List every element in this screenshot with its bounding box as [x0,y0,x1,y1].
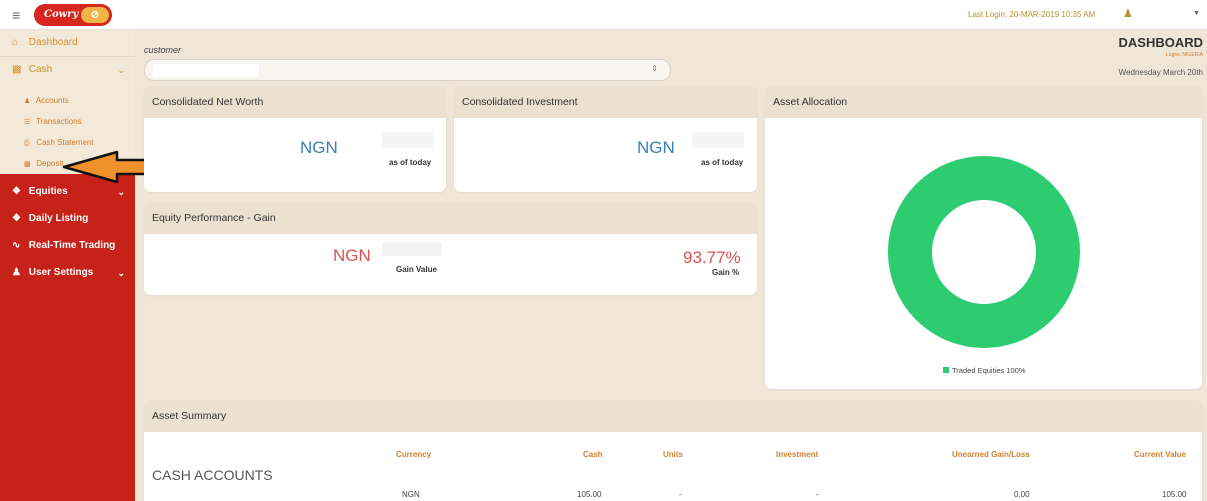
table-cell: - [679,490,682,499]
asset-summary-card: Asset Summary Currency Cash Units Invest… [144,400,1202,501]
card-title: Asset Allocation [765,86,1202,118]
table-cell: NGN [402,490,420,499]
equity-performance-card: Equity Performance - Gain NGN Gain Value… [144,202,757,295]
cubes-icon: ❖ [12,186,21,197]
investment-label: as of today [701,158,744,167]
table-header-current-value: Current Value [1134,450,1187,459]
card-title: Equity Performance - Gain [144,202,757,234]
table-cell: 105.00 [577,490,602,499]
sidebar-subitem-cash-statement[interactable]: ⎙ Cash Statement [24,138,94,148]
customer-label: customer [144,45,182,55]
cube-icon: ❖ [12,213,21,224]
page-title: DASHBOARD [1118,35,1204,50]
customer-select-value [153,64,259,77]
money-icon: ▩ [24,161,31,168]
asset-allocation-card: Asset Allocation Traded Equities 100% [765,86,1202,389]
sidebar-item-label: Cash [28,64,53,75]
user-name[interactable] [1136,10,1138,19]
chevron-down-icon: ⌄ [117,65,125,75]
sidebar-subitem-label: Accounts [35,96,69,105]
investment-card: Consolidated Investment NGN as of today [454,86,757,192]
select-arrows-icon: ⇕ [651,64,658,73]
cash-accounts-heading: CASH ACCOUNTS [152,467,273,483]
net-worth-label: as of today [389,158,432,167]
sidebar-item-real-time-trading[interactable]: ∿ Real-Time Trading [0,233,135,259]
page-date: Wednesday March 20th [1118,68,1203,77]
sidebar-item-dashboard[interactable]: ⌂ Dashboard [0,30,135,56]
sidebar-item-label: Equities [28,186,68,197]
sidebar-subitem-accounts[interactable]: ♟ Accounts [24,96,69,105]
sidebar-item-daily-listing[interactable]: ❖ Daily Listing [0,206,135,232]
gain-percent: 93.77% [683,248,741,267]
chart-legend: Traded Equities 100% [943,366,1026,375]
sidebar: ⌂ Dashboard ▩ Cash ⌄ ♟ Accounts ☰ Transa… [0,30,135,501]
sidebar-item-label: User Settings [28,267,94,278]
table-cell: - [816,490,819,499]
money-icon: ▩ [12,64,22,75]
card-title: Asset Summary [144,400,1202,432]
sidebar-subitem-label: Deposit [36,159,64,168]
caret-down-icon[interactable]: ▼ [1193,10,1200,17]
redacted-value [692,132,744,148]
table-cell: 105.00 [1162,490,1187,499]
sidebar-subitem-transactions[interactable]: ☰ Transactions [24,117,82,126]
legend-swatch [943,367,949,373]
sidebar-item-label: Real-Time Trading [28,240,116,251]
table-header-cash: Cash [583,450,603,459]
table-cell: 0.00 [1014,490,1030,499]
menu-icon[interactable]: ≡ [12,7,20,23]
allocation-donut-chart [888,156,1080,348]
chart-icon: ∿ [12,240,21,251]
redacted-value [382,132,434,148]
donut-slice-traded-equities[interactable] [888,156,1080,348]
logo-mark-icon: ⊘ [81,7,109,23]
customer-select[interactable]: ⇕ [144,59,671,81]
logo-text: Cowry [44,9,79,20]
sidebar-subitem-label: Transactions [36,117,82,126]
table-header-currency: Currency [396,450,432,459]
net-worth-currency: NGN [300,138,338,157]
home-icon: ⌂ [12,37,19,48]
investment-currency: NGN [637,138,675,157]
redacted-value [382,242,442,256]
sidebar-item-user-settings[interactable]: ♟ User Settings ⌄ [0,260,135,286]
card-title: Consolidated Net Worth [144,86,446,118]
page-subtitle: Lagos, NIGERIA [1166,52,1203,58]
table-header-unearned: Unearned Gain/Loss [952,450,1030,459]
legend-label: Traded Equities 100% [952,366,1026,375]
card-title: Consolidated Investment [454,86,757,118]
sidebar-item-label: Dashboard [28,37,78,48]
print-icon: ⎙ [24,140,30,147]
net-worth-card: Consolidated Net Worth NGN as of today [144,86,446,192]
user-icon[interactable]: ♟ [1123,7,1133,20]
logo[interactable]: Cowry ⊘ [34,4,112,26]
user-icon: ♟ [24,98,31,105]
sidebar-subitem-label: Cash Statement [36,138,94,147]
table-header-units: Units [663,450,683,459]
gain-currency: NGN [333,246,371,265]
sidebar-item-label: Daily Listing [28,213,89,224]
top-bar: ≡ Cowry ⊘ Last Login: 20-MAR-2019 10:35 … [0,0,1207,30]
table-header-investment: Investment [776,450,819,459]
list-icon: ☰ [24,119,31,126]
sidebar-subitem-deposit[interactable]: ▩ Deposit [24,159,63,168]
last-login: Last Login: 20-MAR-2019 10:35 AM [968,10,1096,19]
gain-percent-label: Gain % [712,268,740,277]
gain-value-label: Gain Value [396,265,437,274]
chevron-down-icon: ⌄ [117,268,125,278]
sidebar-item-cash[interactable]: ▩ Cash ⌄ [0,57,135,83]
user-icon: ♟ [12,267,21,278]
